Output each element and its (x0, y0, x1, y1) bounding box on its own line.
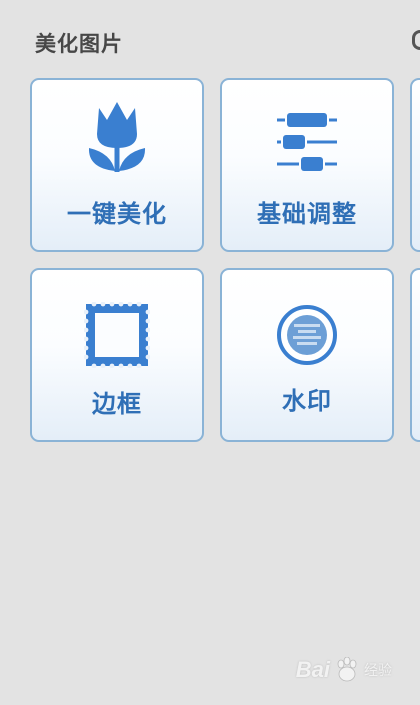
watermark-sub: 经验 (364, 663, 392, 679)
section-title: 美化图片 (35, 32, 123, 56)
sliders-icon (275, 108, 339, 176)
cut-off-icon (412, 30, 420, 50)
paw-icon (337, 657, 357, 682)
watermark-button[interactable]: 水印 (220, 268, 394, 442)
watermark-icon (276, 304, 338, 370)
tile-label: 水印 (282, 387, 332, 415)
partial-tile[interactable] (410, 78, 420, 252)
frame-button[interactable]: 边框 (30, 268, 204, 442)
frame-icon (83, 301, 151, 372)
basic-adjust-button[interactable]: 基础调整 (220, 78, 394, 252)
partial-tile[interactable] (410, 268, 420, 442)
tile-label: 一键美化 (67, 200, 167, 228)
one-click-beautify-button[interactable]: 一键美化 (30, 78, 204, 252)
tile-label: 基础调整 (257, 200, 357, 228)
tile-label: 边框 (92, 390, 142, 418)
watermark-brand: Bai (295, 657, 330, 682)
tulip-icon (85, 100, 149, 180)
baidu-watermark: Bai 经验 (296, 655, 392, 685)
beautify-panel: 美化图片 一键美化 基础调整 边框 水印 Bai 经验 (0, 0, 420, 705)
